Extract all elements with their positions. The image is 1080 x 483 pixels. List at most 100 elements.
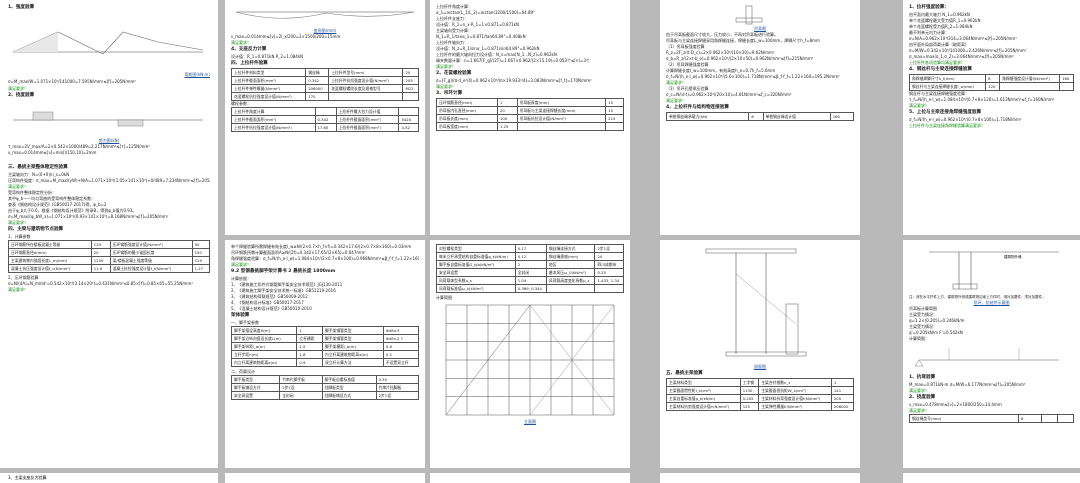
param-table: 压环钢筋所在楼板混凝土等级 C25 压环钢筋强度设计值(N/mm²) 50 压环钢筋直径… [8,240,211,273]
table-cell: 0.205 [739,394,760,403]
table-cell [314,107,337,116]
section-heading: 1、强度验算 [8,5,35,10]
table-cell: 17.65 [314,123,337,132]
table-row: 每米立杆承受结构自重标准值g_k(kN/m) 0.12 钢丝绳规格(mm) 20 [436,252,624,261]
document-page-2: 变形图(mm) ν_max=0.014mm≤[ν]=2l_x/200=2×150… [225,0,425,235]
document-page-2b: 单个焊缝验算所需焊缝有效长度l_w≥N/(2×0.7×h_f×f)=0.342×… [225,240,425,468]
table-cell: 吊耳板宽度(mm) [436,122,498,131]
table-cell: 挡脚板类型 [321,383,377,392]
section-heading: 三、悬挑主梁整体稳定性验算 [8,165,68,170]
table-cell: 角焊缝焊脚尺寸h_f(mm) [908,74,987,83]
table-cell: 风荷载体型系数μ_s [436,276,516,285]
table-cell: 1200 [90,256,111,265]
table-cell: 钢丝杆与主梁连接焊缝长度l_w(mm) [908,82,987,91]
table-cell: 单根钢丝绳承载力(kN) [665,112,750,121]
table-cell: 主梁合并根数n_s [758,378,832,387]
param-table: 脚手板类型 竹串片脚手板 脚手板自重标准值 0.35 脚手板铺设方式 2步1设 挡脚板类型竹… [230,375,420,400]
table-row: 主梁材料抗剪强度设计值τ(N/mm²) 125 主梁弹性模量E(N/mm²) 2060… [666,402,855,411]
document-page-4: 吊耳图 由于吊耳板截面尺寸较大，压力较小，不再对吊耳板进行验算。 吊耳板与主梁连… [660,0,860,235]
table-cell: 1 [497,98,518,107]
section-heading: 2、挠度验算 [909,395,936,400]
table-cell: 5420 [398,115,419,124]
table-cell [1059,82,1074,91]
table-row: 立杆步距h(m) 1.8 内立杆离建筑物距离a(m) 0.2 [230,350,420,359]
table-cell: 上拉杆件抗拉强度设计值(N/mm²) [328,76,404,85]
formula: 压弯构件强度：σ_max=M_max/(γW)+N/A=1.071×10⁶/(1… [8,178,210,183]
table-cell: 上拉杆件型号(mm) [328,68,404,77]
table-cell: 竹串片挡脚板 [375,383,420,392]
table-row: 安全网设置 全封闭 挡脚板铺设方式 2步1设 [230,391,420,400]
table-cell: 风荷载标准值ω_k(kN/m²) [436,284,516,293]
table-cell: 花篮螺栓抗拉强度设计值(N/mm²) [230,92,307,101]
table-cell: 主梁材料类型 [666,378,741,387]
section-heading: 架体验算 [231,313,250,318]
table-cell: 1.04 [514,276,547,285]
table-row: 上拉杆件截面面积(mm²) 0.342 上拉杆件抗拉强度设计值(N/mm²) 205 [230,76,419,85]
table-cell: 花篮螺栓螺纹长度及规格型号 [328,84,404,93]
figure-caption: 立面图 [524,419,536,424]
param-table: 对拉螺栓类型 0.17 钢丝绳连接方式 2步1设 每米立杆承受结构自重标准值g_k(kN… [436,244,624,293]
document-page-4b: 剖面图 五、悬挑主梁验算 主梁材料类型 工字钢 主梁合并根数n_s 1 主梁截面惯性矩I… [660,240,860,468]
table-cell: 1 [296,326,323,335]
section-heading: 4、钢丝杆与主梁连接焊缝验算 [909,67,972,72]
table-cell: 上拉杆件弹性模量(N/mm²) [230,84,307,93]
table-cell: 2步1设 [375,391,420,400]
formula: τ_f=N/(h_e·l_w)=1.084×10³/(0.7×8×120)=1.… [909,97,1055,102]
table-cell: 0.2 [382,350,420,359]
section-heading: 2、挠度验算 [8,93,35,98]
table-cell: Φ48×3 [382,326,420,335]
table-cell: 1.25 [497,122,518,131]
section-heading: 5、上拉与主梁连接角焊缝强度验算 [909,110,982,115]
table-cell: 脚手架横距l_b(m) [321,342,384,351]
table-cell: 压环钢筋强度设计值(N/mm²) [109,240,193,249]
table-cell: 0.12 [514,252,547,261]
table-cell: 地区 [545,260,596,269]
table-cell: 上拉杆件抗拉强度设计值(N/mm²) [231,123,316,132]
table-cell: 工字钢 [739,378,760,387]
table-row: 上拉杆件角度计算 上拉杆件最大拉力设计值 [231,107,419,116]
section-diagram [705,248,807,357]
table-cell: 吊耳板与主梁连接焊缝长度(mm) [516,106,607,115]
table-cell: 主梁自重标准值g_k(kN/m) [666,394,741,403]
table-cell: 160 [829,112,855,121]
table-cell: 上拉杆件截面面积(mm²) [335,115,400,124]
table-cell: 压环钢筋所在楼板混凝土等级 [8,240,92,249]
table-cell: 1.433, 1.34 [594,276,624,285]
table-cell: 20 [594,252,624,261]
param-table: 上拉杆件材料类型 钢丝绳 上拉杆件型号(mm) 20 上拉杆件截面面积(mm²) 0.34… [230,68,419,101]
wall-label: 建筑物外墙 [1004,254,1022,259]
table-cell: 单根钢丝绳设计值 [762,112,831,121]
table-row: 主梁建筑物内锚固长度L_m(mm) 1200 梁/楼板混凝土强度等级 C25 [8,256,211,265]
table-cell: 脚手架沿纵向搭设长度L(m) [230,334,298,343]
table-row: 主梁自重标准值g_k(kN/m) 0.205 主梁材料抗弯强度设计值f(N/mm²)… [666,394,855,403]
table-cell: 脚手板自重标准值 [321,375,377,384]
section-heading: 4、支座反力计算 [231,47,267,52]
table-cell: 0.35 [375,375,420,384]
table-cell: 上拉杆件最大拉力设计值 [335,107,400,116]
document-page-4-next [660,473,860,483]
param-table: 角焊缝焊脚尺寸h_f(mm) 8 角焊缝强度设计值f(N/mm²) 160 钢丝杆与主梁… [908,74,1074,91]
document-page-3-next [430,473,630,483]
table-cell: 1 [830,378,855,387]
table-cell: 4.52 [398,123,419,132]
formula: σ=N/(4A)=N_m/πd²=0.542×10³/(3.14×20²)=0.… [8,281,193,286]
table-row: 上拉杆件材料类型 钢丝绳 上拉杆件型号(mm) 20 [230,68,419,77]
table-cell: 8 [748,112,764,121]
table-row: 吊耳板内孔直径(mm) 20 吊耳板与主梁连接焊缝长度(mm) 10 [436,106,624,115]
table-cell: 20 [90,248,111,257]
table-cell: 205 [402,76,419,85]
moment-diagram [12,31,204,55]
table-row: 吊耳板长度(mm) 100 吊耳板抗拉设计值(N/mm²) 215 [436,114,624,123]
table-cell: 125 [739,402,760,411]
document-page-3b: 对拉螺栓类型 0.17 钢丝绳连接方式 2步1设 每米立杆承受结构自重标准值g_k(kN… [430,240,630,468]
table-cell: 吊耳板长度(mm) [436,114,498,123]
table-cell: 压环钢筋直径(mm) [436,98,498,107]
table-cell: 角焊缝强度设计值f(N/mm²) [999,74,1061,83]
table-cell: 竹串片脚手板 [279,375,323,384]
table-cell: 风荷载高度变化系数μ_z [545,276,596,285]
table-cell: Φ48×2.7 [382,334,420,343]
table-cell: 安全网设置 [230,391,281,400]
table-row: 脚手板铺设方式 2步1设 挡脚板类型 竹串片挡脚板 [230,383,420,392]
table-cell [605,122,624,131]
section-heading: 1、拉杆强度验算： [909,5,949,10]
